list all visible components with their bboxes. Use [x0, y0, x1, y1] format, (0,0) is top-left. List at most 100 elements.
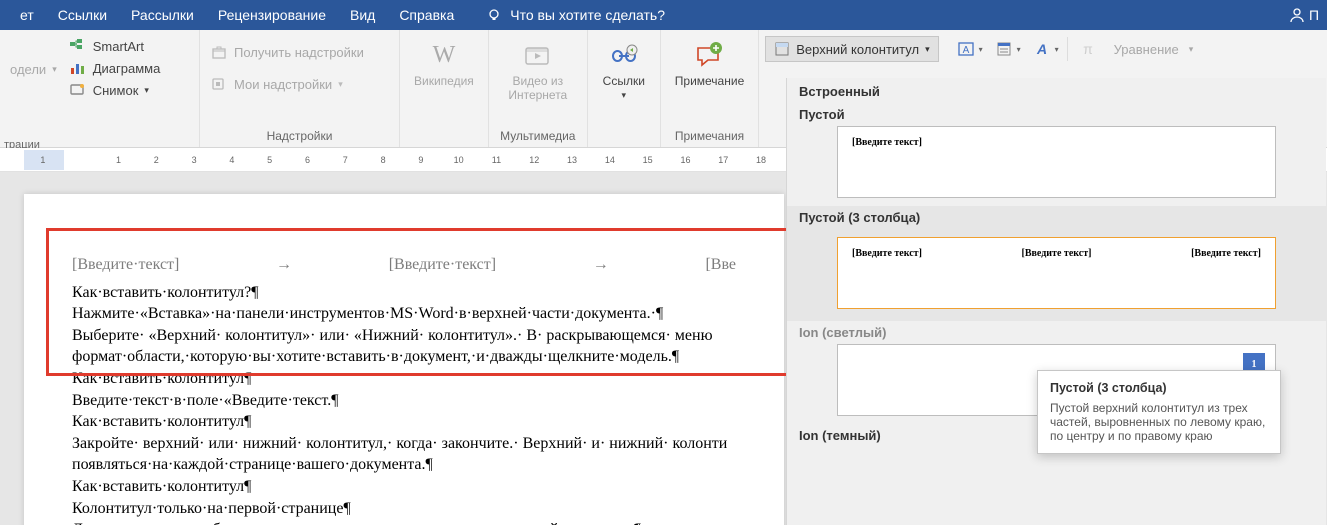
- thumb-placeholder: [Введите текст]: [852, 248, 922, 259]
- link-icon: [608, 40, 640, 72]
- svg-text:W: W: [433, 42, 456, 68]
- wordart-button[interactable]: A▾: [1029, 36, 1063, 62]
- models-button[interactable]: одели ▾: [6, 60, 61, 79]
- thumb-placeholder: [Введите текст]: [1191, 248, 1261, 259]
- header-field-left[interactable]: [Введите·текст]: [72, 254, 179, 276]
- ruler-tick: 16: [667, 155, 705, 165]
- body-text-line[interactable]: Введите·текст·в·поле·«Введите·текст.¶: [72, 390, 736, 412]
- chevron-down-icon: ▾: [979, 45, 983, 54]
- header-field-center[interactable]: [Введите·текст]: [389, 254, 496, 276]
- ruler-tick: 15: [629, 155, 667, 165]
- svg-text:A: A: [962, 45, 969, 56]
- ruler-tick: 8: [364, 155, 402, 165]
- tell-me-search[interactable]: Что вы хотите сделать?: [474, 0, 677, 30]
- header-icon: [774, 41, 790, 57]
- quickparts-button[interactable]: ▾: [991, 36, 1025, 62]
- get-addins-button[interactable]: Получить надстройки: [206, 42, 368, 62]
- body-text-line[interactable]: Выберите· «Верхний· колонтитул»· или· «Н…: [72, 325, 736, 347]
- new-comment-button[interactable]: Примечание: [667, 36, 752, 92]
- lightbulb-icon: [486, 7, 502, 23]
- online-video-button[interactable]: Видео из Интернета: [495, 36, 581, 106]
- smartart-button[interactable]: SmartArt: [65, 36, 165, 56]
- ruler-tick: 11: [478, 155, 516, 165]
- user-icon[interactable]: [1289, 7, 1305, 23]
- svg-text:π: π: [1083, 41, 1093, 57]
- tab-arrow-icon: →: [593, 254, 609, 276]
- group-label-empty2: [594, 127, 654, 147]
- get-addins-label: Получить надстройки: [234, 45, 364, 60]
- ruler-tick: 9: [402, 155, 440, 165]
- menu-item-mailings[interactable]: Рассылки: [119, 0, 206, 30]
- tell-me-label: Что вы хотите сделать?: [510, 7, 665, 23]
- gallery-tooltip: Пустой (3 столбца) Пустой верхний колонт…: [1037, 370, 1281, 454]
- header-dropdown-button[interactable]: Верхний колонтитул ▾: [765, 36, 938, 62]
- body-text-line[interactable]: Дважды·щелкните·область·верхнего·или·ниж…: [72, 519, 736, 525]
- chevron-down-icon: ▾: [144, 85, 149, 96]
- wikipedia-button[interactable]: W Википедия: [406, 36, 482, 92]
- links-button[interactable]: Ссылки ▾: [594, 36, 654, 105]
- body-text-line[interactable]: Нажмите·«Вставка»·на·панели·инструментов…: [72, 303, 736, 325]
- group-label-addins: Надстройки: [206, 127, 393, 147]
- thumb-placeholder: [Введите текст]: [1022, 248, 1092, 259]
- chevron-down-icon: ▾: [1055, 45, 1059, 54]
- body-text-line[interactable]: Как·вставить·колонтитул¶: [72, 411, 736, 433]
- smartart-icon: [69, 38, 87, 54]
- body-text-line[interactable]: Как·вставить·колонтитул¶: [72, 368, 736, 390]
- smartart-label: SmartArt: [93, 39, 144, 54]
- screenshot-label: Снимок: [93, 83, 139, 98]
- header-field-right[interactable]: [Вве: [705, 254, 736, 276]
- ruler-tick: 14: [591, 155, 629, 165]
- menu-bar: ет Ссылки Рассылки Рецензирование Вид Сп…: [0, 0, 1327, 30]
- chart-icon: [69, 60, 87, 76]
- ruler-tick: 12: [515, 155, 553, 165]
- wikipedia-label: Википедия: [414, 74, 474, 88]
- ruler-tick: 4: [213, 155, 251, 165]
- svg-text:A: A: [1036, 41, 1047, 57]
- body-text-line[interactable]: формат·области,·которую·вы·хотите·встави…: [72, 346, 736, 368]
- ruler-tick: 2: [137, 155, 175, 165]
- ruler-tick: 1: [100, 155, 138, 165]
- comment-icon: [694, 40, 726, 72]
- menu-item-review[interactable]: Рецензирование: [206, 0, 338, 30]
- body-text-line[interactable]: Колонтитул·только·на·первой·странице¶: [72, 498, 736, 520]
- links-label: Ссылки: [603, 74, 645, 88]
- ruler-tick: 6: [289, 155, 327, 165]
- tooltip-body: Пустой верхний колонтитул из трех частей…: [1050, 401, 1268, 443]
- thumb-placeholder: [Введите текст]: [852, 137, 922, 148]
- body-text-line[interactable]: Закройте· верхний· или· нижний· колонтит…: [72, 433, 736, 455]
- gallery-item-label: Ion (светлый): [787, 321, 1326, 344]
- body-text-line[interactable]: появляться·на·каждой·странице·вашего·док…: [72, 454, 736, 476]
- chart-button[interactable]: Диаграмма: [65, 58, 165, 78]
- ruler-tick: 18: [742, 155, 780, 165]
- body-text-line[interactable]: Как·вставить·колонтитул?¶: [72, 282, 736, 304]
- gallery-category-label: Встроенный: [787, 78, 1326, 103]
- user-label-fragment: П: [1309, 7, 1319, 23]
- my-addins-label: Мои надстройки: [234, 77, 332, 92]
- menu-item-partial[interactable]: ет: [8, 0, 46, 30]
- ruler-tick: 7: [326, 155, 364, 165]
- equation-button[interactable]: π: [1072, 36, 1106, 62]
- gallery-item-blank-3col[interactable]: [Введите текст] [Введите текст] [Введите…: [837, 237, 1276, 309]
- gallery-item-blank[interactable]: [Введите текст]: [837, 126, 1276, 198]
- page-header-area[interactable]: [Введите·текст] → [Введите·текст] → [Вве: [72, 254, 736, 276]
- chevron-down-icon: ▾: [1017, 45, 1021, 54]
- menu-item-view[interactable]: Вид: [338, 0, 387, 30]
- my-addins-button[interactable]: Мои надстройки ▾: [206, 74, 368, 94]
- ruler-tick: 3: [175, 155, 213, 165]
- equation-label: Уравнение: [1114, 42, 1179, 57]
- tooltip-title: Пустой (3 столбца): [1050, 381, 1268, 395]
- screenshot-icon: [69, 82, 87, 98]
- screenshot-button[interactable]: Снимок ▾: [65, 80, 165, 100]
- group-label-comments: Примечания: [667, 127, 752, 147]
- document-page[interactable]: [Введите·текст] → [Введите·текст] → [Вве…: [24, 194, 784, 525]
- group-label-empty1: [406, 127, 482, 147]
- addins-icon: [210, 76, 228, 92]
- equation-label-button[interactable]: Уравнение▾: [1110, 40, 1198, 59]
- menu-item-links[interactable]: Ссылки: [46, 0, 119, 30]
- menu-item-help[interactable]: Справка: [387, 0, 466, 30]
- tab-arrow-icon: →: [276, 254, 292, 276]
- textbox-button[interactable]: A▾: [953, 36, 987, 62]
- body-text-line[interactable]: Как·вставить·колонтитул¶: [72, 476, 736, 498]
- chart-label: Диаграмма: [93, 61, 161, 76]
- video-icon: [522, 40, 554, 72]
